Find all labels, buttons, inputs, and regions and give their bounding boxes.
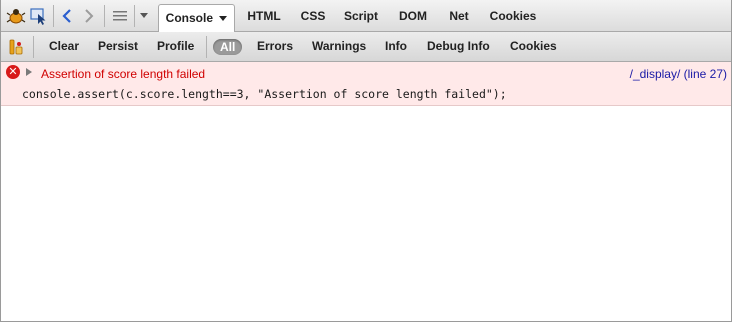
tab-console-label: Console <box>165 11 213 25</box>
tab-label: HTML <box>247 9 281 23</box>
tab-label: Script <box>343 9 378 23</box>
filter-debug-info[interactable]: Debug Info <box>427 32 490 61</box>
persist-button[interactable]: Persist <box>98 32 138 61</box>
tab-label: DOM <box>399 9 427 23</box>
tab-cookies[interactable]: Cookies <box>485 0 541 32</box>
tab-net[interactable]: Net <box>442 0 476 32</box>
tab-css[interactable]: CSS <box>294 0 332 32</box>
filter-errors[interactable]: Errors <box>257 32 293 61</box>
tab-label: Cookies <box>489 9 537 23</box>
error-source-code: console.assert(c.score.length==3, "Asser… <box>22 87 507 101</box>
back-arrow-icon[interactable] <box>59 7 75 25</box>
chevron-down-icon <box>219 15 228 21</box>
tab-label: CSS <box>300 9 326 23</box>
filter-info[interactable]: Info <box>385 32 407 61</box>
clear-console-icon[interactable] <box>7 38 25 56</box>
tab-html[interactable]: HTML <box>241 0 287 32</box>
dropdown-arrow-icon[interactable] <box>138 7 150 25</box>
firebug-panel: Console HTML CSS Script DOM Net Cookies … <box>0 0 732 322</box>
error-icon: ✕ <box>6 65 20 79</box>
forward-arrow-icon[interactable] <box>81 7 97 25</box>
tab-console[interactable]: Console <box>158 4 235 32</box>
filter-cookies[interactable]: Cookies <box>510 32 557 61</box>
clear-button[interactable]: Clear <box>49 32 79 61</box>
panel-menu-icon[interactable] <box>111 7 129 25</box>
inspect-element-icon[interactable] <box>29 7 49 25</box>
error-message: Assertion of score length failed <box>41 67 206 81</box>
main-toolbar: Console HTML CSS Script DOM Net Cookies <box>1 0 731 32</box>
console-error-row[interactable]: ✕ Assertion of score length failed /_dis… <box>1 62 731 106</box>
filter-warnings[interactable]: Warnings <box>312 32 366 61</box>
profile-button[interactable]: Profile <box>157 32 194 61</box>
tab-script[interactable]: Script <box>339 0 383 32</box>
tab-dom[interactable]: DOM <box>393 0 433 32</box>
filter-all[interactable]: All <box>213 39 243 55</box>
expand-triangle-icon[interactable] <box>26 68 32 76</box>
firebug-icon[interactable] <box>5 7 27 25</box>
error-source-link[interactable]: /_display/ (line 27) <box>630 67 727 81</box>
console-filter-bar: Clear Persist Profile All Errors Warning… <box>1 32 731 62</box>
tab-label: Net <box>449 9 469 23</box>
